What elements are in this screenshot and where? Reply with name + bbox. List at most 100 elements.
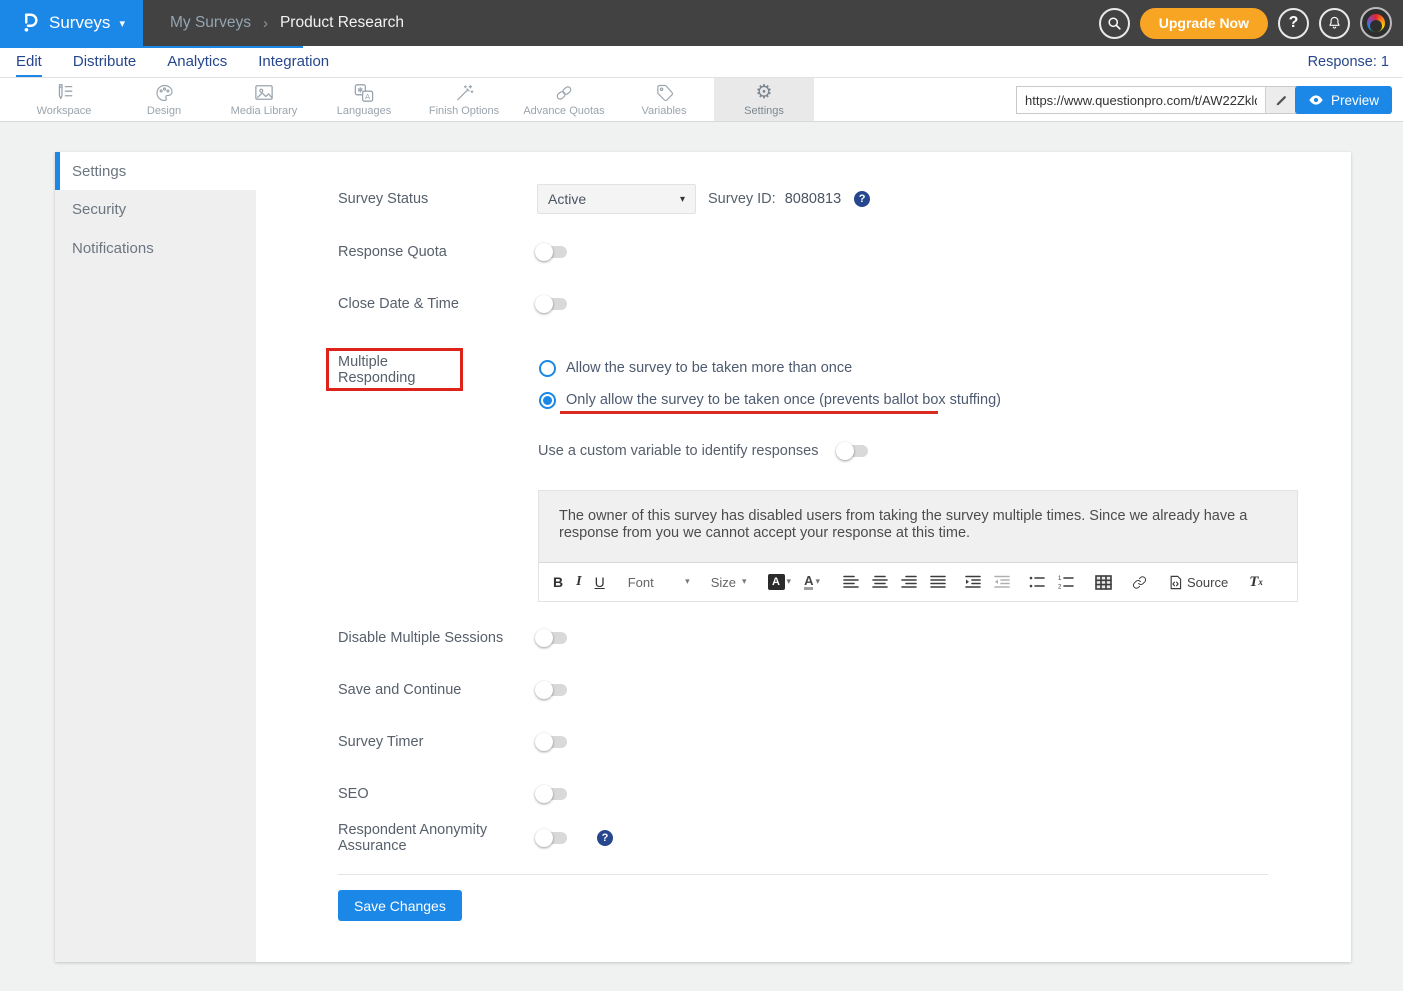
question-mark-icon: ? [1289, 14, 1299, 32]
settings-sidebar: Settings Security Notifications [55, 152, 256, 962]
response-count[interactable]: Response: 1 [1308, 54, 1389, 70]
radio-only-once[interactable] [539, 392, 556, 409]
notifications-button[interactable] [1319, 8, 1350, 39]
survey-url-input[interactable] [1017, 87, 1265, 113]
breadcrumb-separator-icon: › [263, 15, 268, 32]
indent-decrease-icon[interactable] [994, 575, 1010, 589]
rich-text-toolbar: B I U Font▾ Size▾ A▾ A▾ [539, 562, 1297, 601]
text-color-button[interactable]: A▾ [804, 574, 820, 590]
avatar-logo-icon [1367, 14, 1385, 32]
preview-button[interactable]: Preview [1295, 86, 1392, 114]
eye-icon [1308, 94, 1324, 106]
respondent-anonymity-row: Respondent Anonymity Assurance ? [338, 829, 613, 847]
disabled-message-text[interactable]: The owner of this survey has disabled us… [539, 491, 1297, 562]
indent-increase-icon[interactable] [965, 575, 981, 589]
svg-text:A: A [365, 91, 371, 100]
source-button[interactable]: Source [1169, 575, 1228, 590]
italic-button[interactable]: I [576, 574, 581, 590]
align-justify-icon[interactable] [930, 575, 946, 589]
respondent-anonymity-toggle[interactable] [537, 832, 567, 844]
workspace-icon [53, 82, 75, 103]
link-icon[interactable] [1131, 575, 1148, 590]
tool-media-library[interactable]: Media Library [214, 78, 314, 121]
upgrade-now-button[interactable]: Upgrade Now [1140, 8, 1268, 39]
footer-divider [338, 874, 1268, 875]
sidebar-item-settings[interactable]: Settings [55, 152, 256, 190]
tool-workspace[interactable]: Workspace [14, 78, 114, 121]
save-changes-button[interactable]: Save Changes [338, 890, 462, 921]
respondent-anonymity-help-icon[interactable]: ? [597, 830, 613, 846]
tab-analytics[interactable]: Analytics [167, 46, 227, 77]
radio-allow-multiple[interactable] [539, 360, 556, 377]
search-button[interactable] [1099, 8, 1130, 39]
font-dropdown[interactable]: Font▾ [628, 575, 690, 590]
custom-variable-toggle[interactable] [838, 445, 868, 457]
align-center-icon[interactable] [872, 575, 888, 589]
tool-advance-quotas[interactable]: Advance Quotas [514, 78, 614, 121]
sidebar-item-notifications[interactable]: Notifications [55, 229, 256, 268]
annotation-box-multiple-responding: Multiple Responding [326, 348, 463, 391]
background-color-button[interactable]: A▾ [768, 574, 792, 590]
close-date-row: Close Date & Time [338, 295, 567, 313]
remove-format-button[interactable]: Tx [1249, 574, 1263, 591]
seo-toggle[interactable] [537, 788, 567, 800]
disable-multiple-sessions-toggle[interactable] [537, 632, 567, 644]
chevron-down-icon: ▾ [680, 194, 685, 205]
survey-status-help-icon[interactable]: ? [854, 191, 870, 207]
breadcrumb: My Surveys › Product Research [170, 14, 404, 32]
help-button[interactable]: ? [1278, 8, 1309, 39]
avatar[interactable] [1360, 7, 1392, 39]
multiple-responding-label: Multiple Responding [338, 354, 460, 386]
pencil-icon [1275, 94, 1288, 107]
tool-variables[interactable]: Variables [614, 78, 714, 121]
numbered-list-icon[interactable]: 12 [1058, 575, 1074, 589]
align-left-icon[interactable] [843, 575, 859, 589]
tool-design[interactable]: Design [114, 78, 214, 121]
close-date-label: Close Date & Time [338, 296, 537, 312]
search-icon [1107, 16, 1122, 31]
questionpro-logo-icon [18, 11, 40, 35]
surveys-product-menu[interactable]: Surveys ▾ [0, 0, 143, 46]
header-actions: Upgrade Now ? [1099, 7, 1403, 39]
svg-text:1: 1 [1058, 576, 1062, 582]
header-active-indicator [0, 46, 303, 48]
custom-variable-row: Use a custom variable to identify respon… [538, 442, 868, 460]
chain-links-icon [553, 82, 575, 103]
table-icon[interactable] [1095, 575, 1112, 590]
tool-finish-options[interactable]: Finish Options [414, 78, 514, 121]
survey-timer-toggle[interactable] [537, 736, 567, 748]
tab-edit[interactable]: Edit [16, 46, 42, 77]
bullet-list-icon[interactable] [1029, 575, 1045, 589]
survey-nav: Edit Distribute Analytics Integration Re… [0, 46, 1403, 78]
magic-wand-icon [454, 82, 475, 103]
disable-multiple-sessions-row: Disable Multiple Sessions [338, 629, 567, 647]
survey-id-label: Survey ID: [708, 191, 776, 207]
radio-row-more-than-once: Allow the survey to be taken more than o… [539, 359, 852, 377]
align-right-icon[interactable] [901, 575, 917, 589]
tool-languages[interactable]: ✱A Languages [314, 78, 414, 121]
survey-status-select[interactable]: Active ▾ [537, 184, 696, 214]
bold-button[interactable]: B [553, 574, 563, 590]
settings-panel: Settings Security Notifications Survey S… [55, 152, 1351, 962]
size-dropdown[interactable]: Size▾ [711, 575, 747, 590]
survey-status-label: Survey Status [338, 191, 537, 207]
tool-settings[interactable]: ⚙ Settings [714, 78, 814, 121]
breadcrumb-my-surveys[interactable]: My Surveys [170, 14, 251, 32]
seo-row: SEO [338, 785, 567, 803]
svg-text:2: 2 [1058, 585, 1062, 590]
underline-button[interactable]: U [595, 574, 605, 590]
response-quota-toggle[interactable] [537, 246, 567, 258]
response-quota-label: Response Quota [338, 244, 537, 260]
tab-distribute[interactable]: Distribute [73, 46, 136, 77]
palette-icon [154, 82, 175, 103]
tab-integration[interactable]: Integration [258, 46, 329, 77]
survey-nav-tabs: Edit Distribute Analytics Integration [16, 46, 329, 77]
settings-content: Survey Status Active ▾ Survey ID: 808081… [256, 152, 1351, 962]
sidebar-section: Security Notifications [55, 190, 256, 962]
edit-url-button[interactable] [1265, 87, 1297, 113]
breadcrumb-survey-name: Product Research [280, 14, 404, 32]
annotation-underline [560, 411, 938, 414]
save-and-continue-toggle[interactable] [537, 684, 567, 696]
close-date-toggle[interactable] [537, 298, 567, 310]
sidebar-item-security[interactable]: Security [55, 190, 256, 229]
